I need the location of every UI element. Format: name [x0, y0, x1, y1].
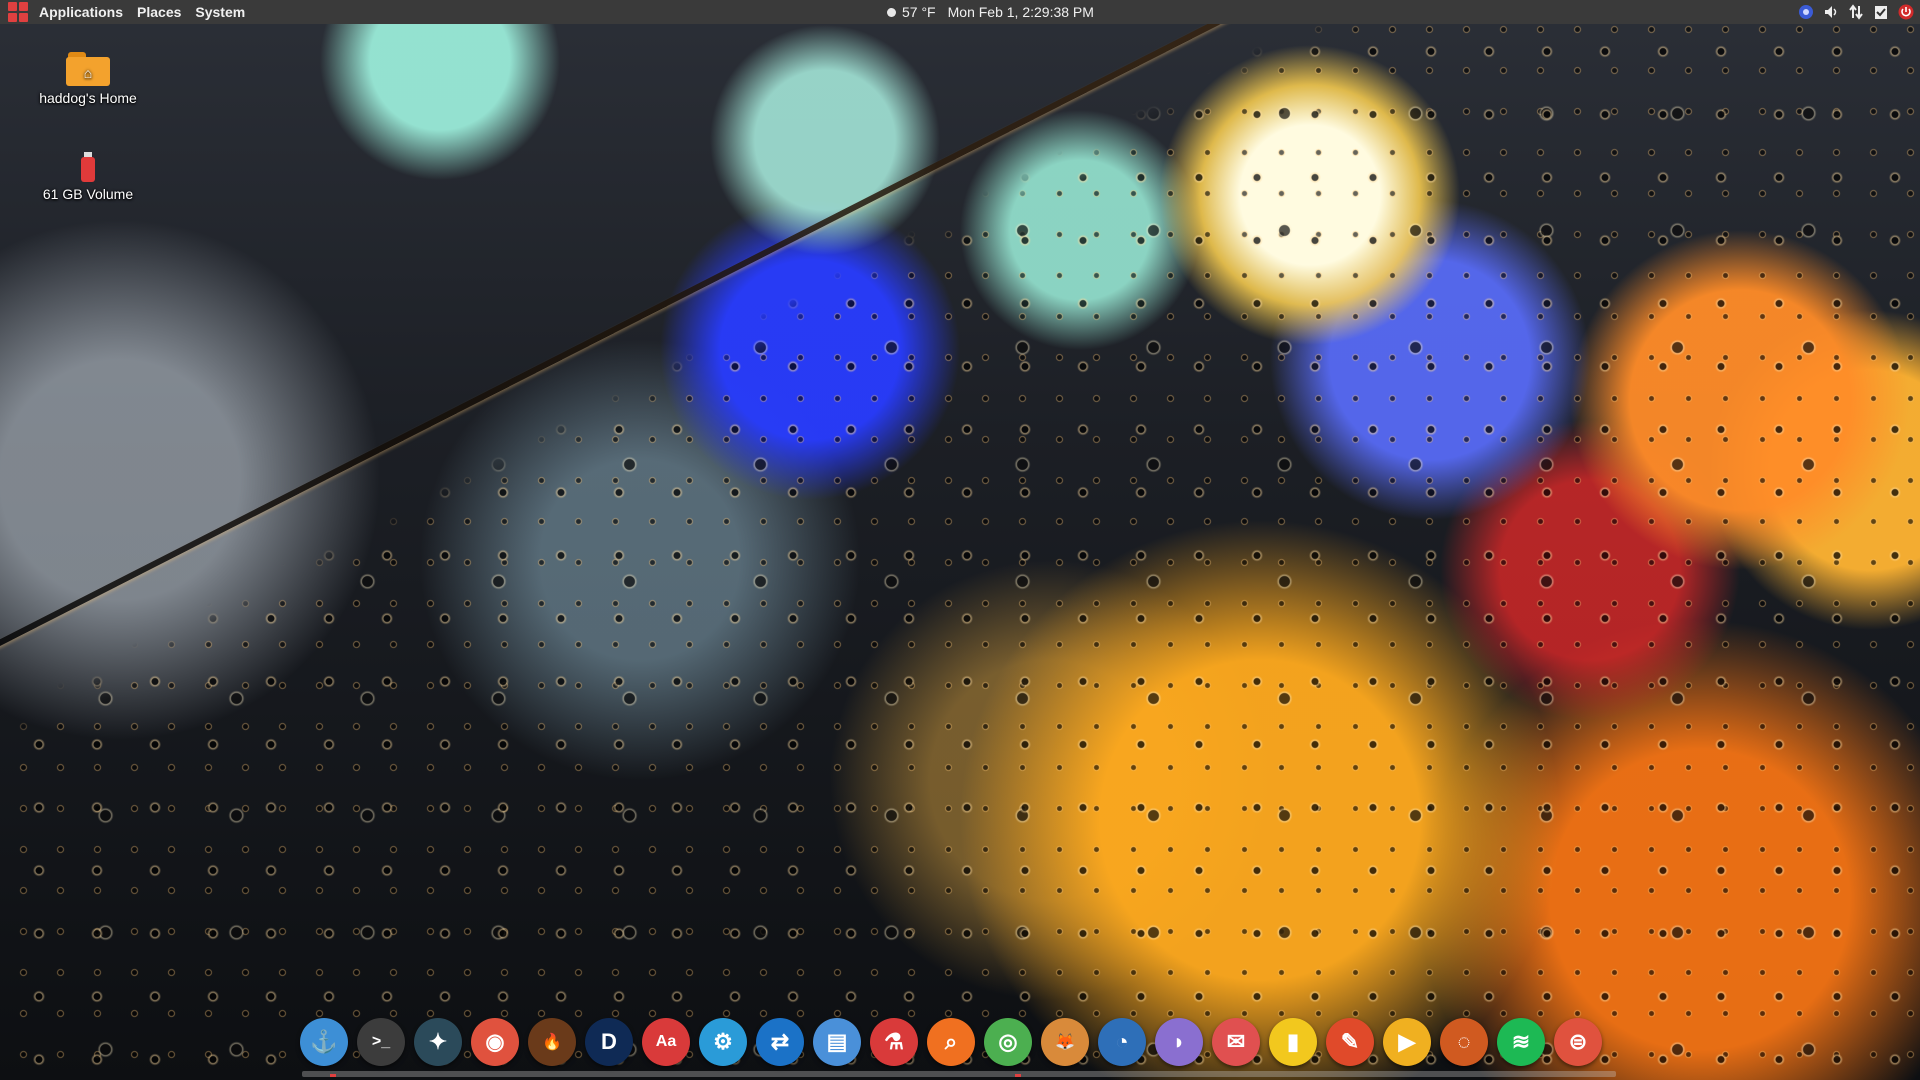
menu-system[interactable]: System: [188, 4, 252, 20]
dock: ⚓ >_ ✦ ◉ 🔥 D Aa ⚙ ⇄ ▤ ⚗ ⌕ ◎ 🦊 ◔ ◗ ✉ ▮ ✎ ▶ ◌ ≋ ⊜: [300, 1017, 1602, 1067]
dock-item-glyph: ⚓: [310, 1029, 338, 1054]
dock-item-glyph: ◌: [1457, 1029, 1471, 1054]
clipboard-icon[interactable]: [1873, 4, 1889, 20]
usb-drive-icon: [81, 152, 95, 182]
inspector-icon[interactable]: ⚗: [870, 1018, 918, 1066]
dock-item-glyph: ◔: [1115, 1029, 1129, 1054]
volume-icon[interactable]: [1823, 4, 1839, 20]
mail-icon[interactable]: ✉: [1212, 1018, 1260, 1066]
dock-item-glyph: ▶: [1398, 1029, 1416, 1054]
dock-item-glyph: ▮: [1286, 1029, 1300, 1054]
dock-item-glyph: 🔥: [542, 1034, 562, 1051]
dock-item-glyph: ✎: [1340, 1029, 1360, 1054]
teamviewer-icon[interactable]: ⇄: [756, 1018, 804, 1066]
dict-icon[interactable]: D: [585, 1018, 633, 1066]
gimp-icon[interactable]: 🦊: [1041, 1018, 1089, 1066]
dock-item-glyph: ⇄: [770, 1029, 790, 1054]
distro-logo-icon[interactable]: [8, 2, 28, 22]
desktop-icon-label: 61 GB Volume: [42, 186, 134, 202]
dock-item-glyph: ⚗: [884, 1029, 904, 1054]
flame-icon[interactable]: 🔥: [528, 1018, 576, 1066]
play-icon[interactable]: ▶: [1383, 1018, 1431, 1066]
dock-item-glyph: ⌕: [944, 1029, 958, 1054]
weather-icon: [887, 7, 896, 17]
weather-temperature: 57 °F: [902, 4, 936, 20]
network-icon[interactable]: [1798, 4, 1814, 20]
dock-item-glyph: ⊜: [1568, 1029, 1588, 1054]
settings-icon[interactable]: ⚙: [699, 1018, 747, 1066]
dock-item-glyph: ⚙: [713, 1029, 733, 1054]
desktop-wallpaper: [0, 0, 1920, 1080]
search-icon[interactable]: ⌕: [927, 1018, 975, 1066]
dock-item-glyph: ✦: [428, 1029, 448, 1054]
dock-running-indicator: [1015, 1074, 1021, 1077]
dock-item-glyph: ▤: [826, 1029, 848, 1054]
camera-icon[interactable]: ◉: [471, 1018, 519, 1066]
dock-item-glyph: Aa: [655, 1033, 677, 1050]
menu-places[interactable]: Places: [130, 4, 188, 20]
toggle-icon[interactable]: ⊜: [1554, 1018, 1602, 1066]
dock-shelf: [302, 1071, 1616, 1077]
blender-icon[interactable]: ◌: [1440, 1018, 1488, 1066]
dock-item-glyph: ✉: [1226, 1029, 1246, 1054]
dock-item-glyph: ◗: [1172, 1029, 1186, 1054]
battery-icon[interactable]: ▮: [1269, 1018, 1317, 1066]
anchor-icon[interactable]: ⚓: [300, 1018, 348, 1066]
top-panel: Applications Places System 57 °F Mon Feb…: [0, 0, 1920, 24]
clock-weather-area[interactable]: 57 °F Mon Feb 1, 2:29:38 PM: [887, 0, 1094, 24]
menu-applications[interactable]: Applications: [32, 4, 130, 20]
home-folder-icon: ⌂: [66, 52, 110, 86]
wallpaper-raindrops: [0, 0, 1920, 1080]
chat-icon[interactable]: ◗: [1155, 1018, 1203, 1066]
dock-running-indicator: [330, 1074, 336, 1077]
system-tray: [1798, 0, 1914, 24]
dock-item-glyph: >_: [371, 1033, 391, 1050]
color-picker-icon[interactable]: ✎: [1326, 1018, 1374, 1066]
chrome-icon[interactable]: ◎: [984, 1018, 1032, 1066]
clock[interactable]: Mon Feb 1, 2:29:38 PM: [948, 4, 1094, 20]
firefox-icon[interactable]: ◔: [1098, 1018, 1146, 1066]
dock-item-glyph: D: [601, 1029, 617, 1054]
desktop-icon-volume[interactable]: 61 GB Volume: [23, 152, 153, 202]
dock-item-glyph: ≋: [1511, 1029, 1531, 1054]
dock-item-glyph: 🦊: [1055, 1034, 1075, 1051]
spotify-icon[interactable]: ≋: [1497, 1018, 1545, 1066]
terminal-icon[interactable]: >_: [357, 1018, 405, 1066]
desktop-icon-label: haddog's Home: [39, 90, 137, 106]
desktop-icon-home[interactable]: ⌂ haddog's Home: [23, 52, 153, 106]
kodi-icon[interactable]: ✦: [414, 1018, 462, 1066]
archive-icon[interactable]: ▤: [813, 1018, 861, 1066]
transfer-icon[interactable]: [1848, 4, 1864, 20]
power-icon[interactable]: [1898, 4, 1914, 20]
dock-item-glyph: ◎: [998, 1029, 1018, 1054]
dock-item-glyph: ◉: [485, 1029, 505, 1054]
font-icon[interactable]: Aa: [642, 1018, 690, 1066]
